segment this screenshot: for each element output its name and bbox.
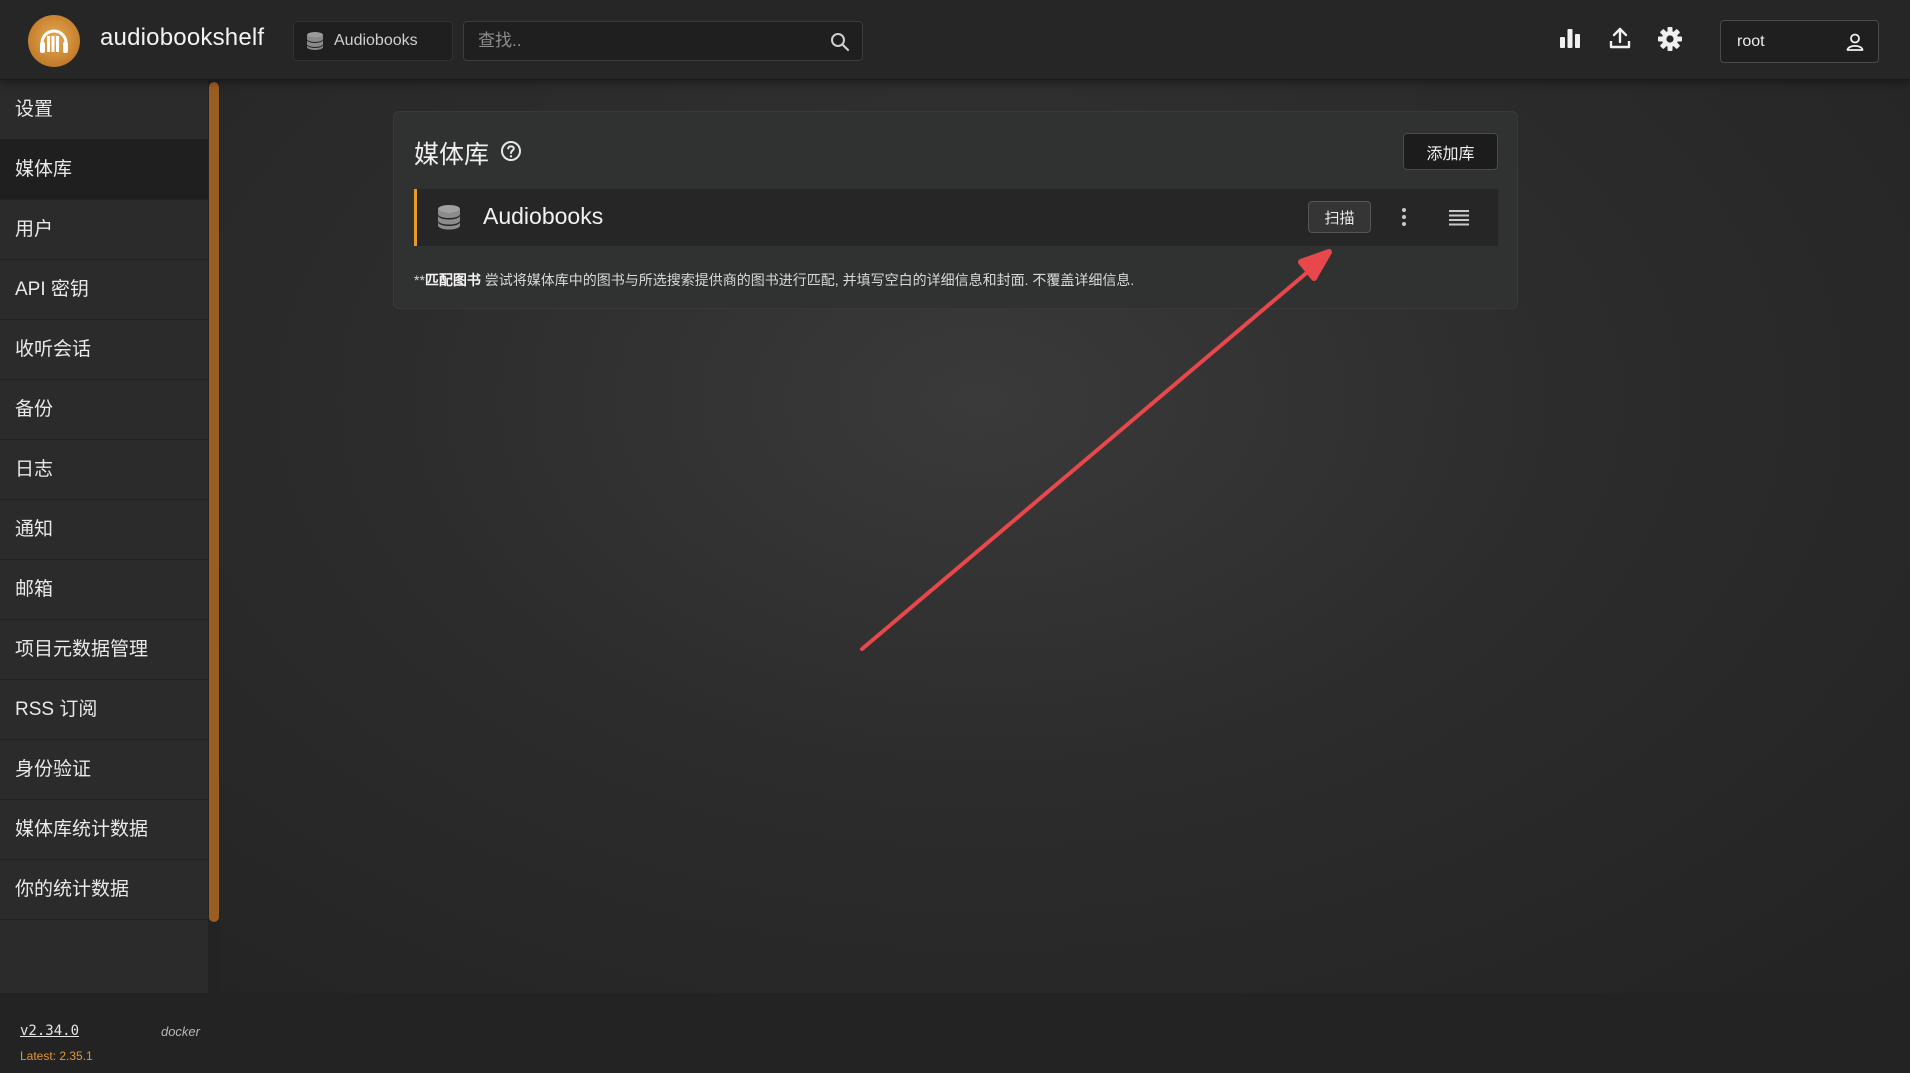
sidebar-item-settings[interactable]: 设置 [0, 80, 208, 140]
main-content: 媒体库 添加库 Audiobooks 扫描 **匹配图书 尝试将媒体库中的图书与… [220, 80, 1910, 993]
sidebar-item-rss-feeds[interactable]: RSS 订阅 [0, 680, 208, 740]
library-row[interactable]: Audiobooks 扫描 [414, 189, 1498, 246]
version-link[interactable]: v2.34.0 [20, 1023, 79, 1039]
stats-icon[interactable] [1558, 26, 1582, 50]
sidebar-item-logs[interactable]: 日志 [0, 440, 208, 500]
scan-button[interactable]: 扫描 [1308, 201, 1371, 233]
library-selector-label: Audiobooks [334, 32, 418, 49]
drag-handle-icon[interactable] [1448, 208, 1470, 226]
library-selector[interactable]: Audiobooks [293, 21, 453, 61]
sidebar-item-library-stats[interactable]: 媒体库统计数据 [0, 800, 208, 860]
database-icon [437, 204, 461, 231]
app-header: audiobookshelf Audiobooks 查找.. root [0, 0, 1910, 80]
sidebar-item-your-stats[interactable]: 你的统计数据 [0, 860, 208, 920]
upload-icon[interactable] [1608, 26, 1632, 50]
latest-version-label[interactable]: Latest: 2.35.1 [20, 1049, 93, 1063]
sidebar-item-backups[interactable]: 备份 [0, 380, 208, 440]
app-title[interactable]: audiobookshelf [100, 24, 264, 52]
sidebar-item-authentication[interactable]: 身份验证 [0, 740, 208, 800]
app-logo[interactable] [28, 15, 80, 67]
user-icon [1846, 33, 1864, 51]
search-box [463, 21, 863, 61]
panel-title: 媒体库 [414, 141, 490, 169]
sidebar-item-users[interactable]: 用户 [0, 200, 208, 260]
sidebar-item-api-keys[interactable]: API 密钥 [0, 260, 208, 320]
sidebar-item-email[interactable]: 邮箱 [0, 560, 208, 620]
library-name[interactable]: Audiobooks [483, 203, 603, 230]
headphones-books-icon [40, 29, 68, 53]
user-menu-button[interactable]: root [1720, 20, 1879, 63]
username: root [1737, 32, 1765, 50]
more-options-icon[interactable] [1400, 205, 1408, 229]
help-circle-icon[interactable] [500, 140, 522, 162]
sidebar-scrollbar[interactable] [209, 82, 219, 922]
hint-bold: 匹配图书 [424, 272, 481, 288]
settings-sidebar: 设置 媒体库 用户 API 密钥 收听会话 备份 日志 通知 邮箱 项目元数据管… [0, 80, 208, 1063]
libraries-panel: 媒体库 添加库 Audiobooks 扫描 **匹配图书 尝试将媒体库中的图书与… [393, 111, 1518, 309]
sidebar-footer: v2.34.0 docker Latest: 2.35.1 [0, 1023, 208, 1073]
hint-prefix: ** [414, 272, 425, 288]
search-input[interactable] [464, 22, 862, 60]
sidebar-item-listening-sessions[interactable]: 收听会话 [0, 320, 208, 380]
sidebar-item-notifications[interactable]: 通知 [0, 500, 208, 560]
sidebar-item-item-metadata[interactable]: 项目元数据管理 [0, 620, 208, 680]
settings-gear-icon[interactable] [1657, 26, 1683, 52]
add-library-button[interactable]: 添加库 [1403, 133, 1498, 170]
hint-body: 尝试将媒体库中的图书与所选搜索提供商的图书进行匹配, 并填写空白的详细信息和封面… [480, 272, 1135, 288]
sidebar-item-libraries[interactable]: 媒体库 [0, 140, 208, 200]
search-icon[interactable] [830, 32, 850, 57]
platform-label: docker [160, 1024, 200, 1039]
match-hint-text: **匹配图书 尝试将媒体库中的图书与所选搜索提供商的图书进行匹配, 并填写空白的… [414, 270, 1134, 290]
database-icon [306, 31, 324, 51]
